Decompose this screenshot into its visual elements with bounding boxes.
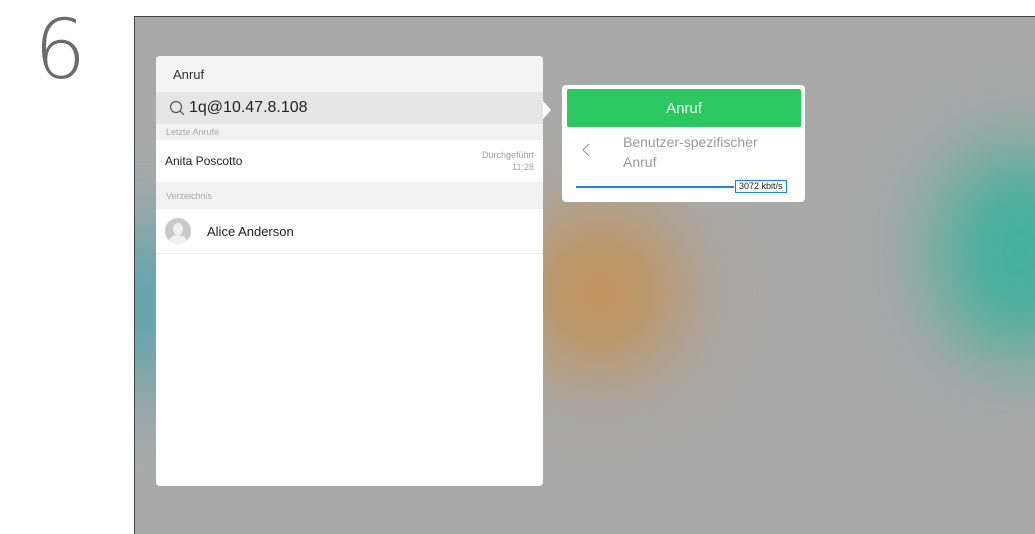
search-input-value[interactable]: 1q@10.47.8.108 bbox=[189, 99, 308, 117]
directory-header: Verzeichnis bbox=[156, 183, 543, 209]
directory-item[interactable]: Alice Anderson bbox=[156, 209, 543, 254]
chevron-left-icon[interactable] bbox=[580, 142, 594, 158]
search-icon bbox=[169, 100, 185, 116]
avatar-icon bbox=[165, 218, 191, 244]
video-screen: Anruf 1q@10.47.8.108 Letzte Anrufe Anita… bbox=[134, 16, 1035, 534]
panel-pointer bbox=[543, 101, 551, 119]
bitrate-slider-fill bbox=[576, 186, 734, 188]
recent-call-meta: Durchgeführt 11:28 bbox=[482, 149, 534, 173]
panel-title: Anruf bbox=[156, 56, 543, 92]
recent-calls-header: Letzte Anrufe bbox=[166, 127, 220, 137]
recent-call-status: Durchgeführt bbox=[481, 150, 534, 160]
recent-call-item[interactable]: Anita Poscotto Durchgeführt 11:28 bbox=[156, 140, 543, 183]
step-number: 6 bbox=[34, 3, 87, 98]
search-field[interactable]: 1q@10.47.8.108 bbox=[156, 92, 543, 124]
bitrate-slider[interactable] bbox=[576, 186, 734, 188]
call-button[interactable]: Anruf bbox=[567, 89, 801, 127]
recent-call-name: Anita Poscotto bbox=[165, 154, 243, 168]
recent-call-time: 11:28 bbox=[512, 162, 534, 172]
custom-call-label[interactable]: Benutzer-spezifischer Anruf bbox=[623, 132, 783, 172]
directory-contact-name: Alice Anderson bbox=[207, 223, 294, 239]
call-options-panel: Anruf Benutzer-spezifischer Anruf 3072 k… bbox=[562, 85, 805, 202]
background-blob bbox=[935, 147, 1035, 357]
bitrate-value: 3072 kbit/s bbox=[735, 180, 787, 193]
recent-calls-section: Letzte Anrufe bbox=[156, 124, 543, 140]
call-panel-left: Anruf 1q@10.47.8.108 Letzte Anrufe Anita… bbox=[156, 56, 543, 486]
